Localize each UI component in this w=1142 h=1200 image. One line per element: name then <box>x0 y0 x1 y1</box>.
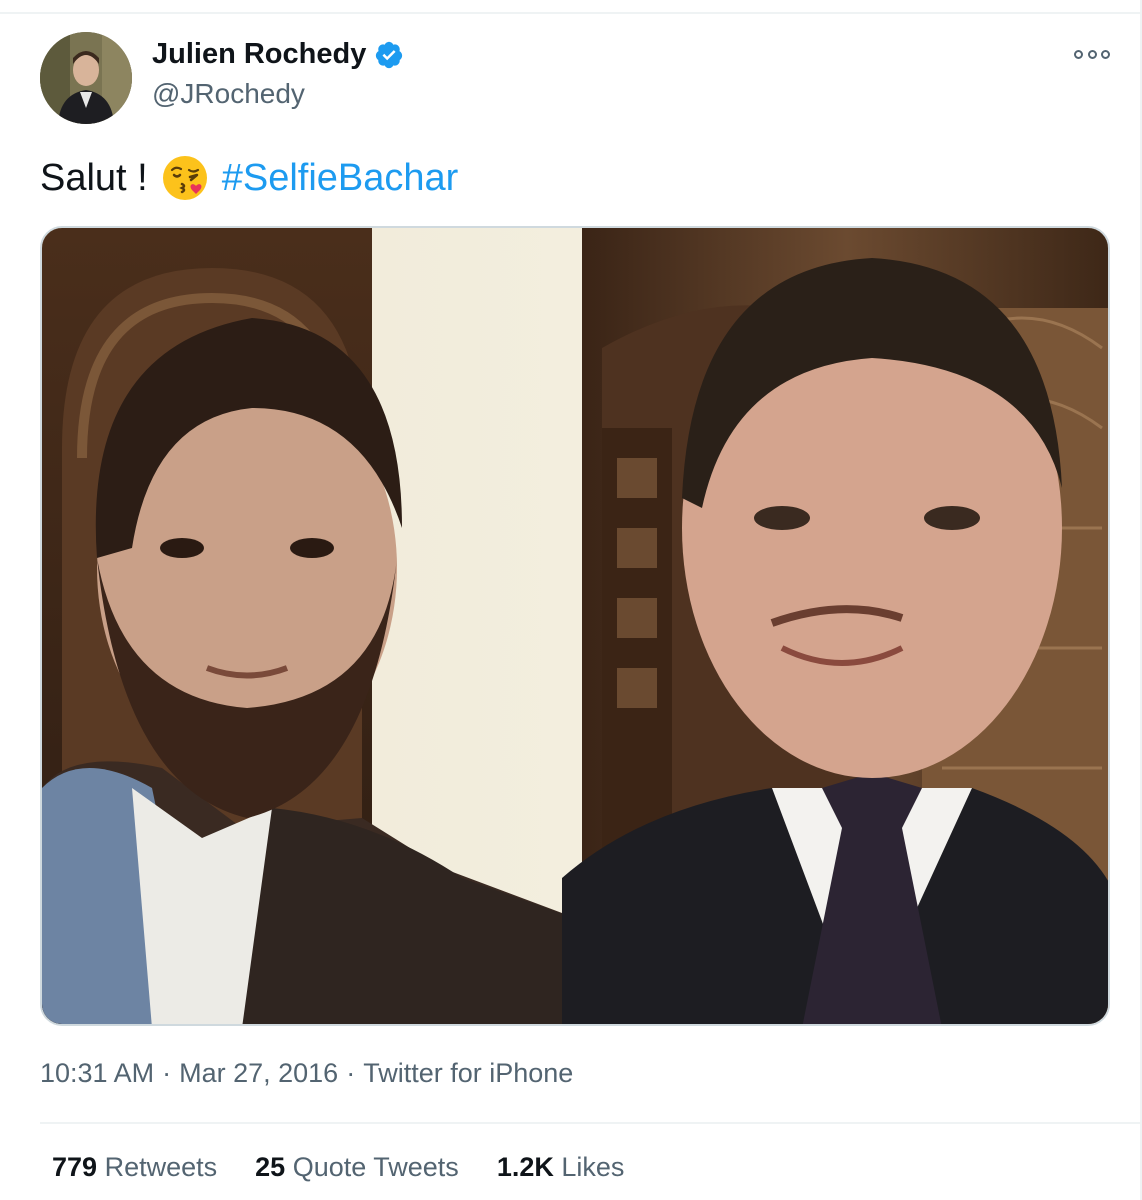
tweet-photo[interactable] <box>40 226 1110 1026</box>
top-divider <box>0 0 1142 14</box>
quote-tweets-stat[interactable]: 25 Quote Tweets <box>255 1152 459 1183</box>
author-handle[interactable]: @JRochedy <box>152 78 305 110</box>
author-name[interactable]: Julien Rochedy <box>152 38 366 71</box>
tweet-text: Salut ! #SelfieBachar <box>40 152 458 204</box>
more-options-icon[interactable] <box>1074 44 1110 64</box>
tweet-time[interactable]: 10:31 AM <box>40 1058 154 1088</box>
tweet-detail: Julien Rochedy @JRochedy Salut ! #Selfie… <box>0 0 1142 1200</box>
likes-stat[interactable]: 1.2K Likes <box>497 1152 625 1183</box>
hashtag-link[interactable]: #SelfieBachar <box>222 152 459 204</box>
tweet-date[interactable]: Mar 27, 2016 <box>179 1058 338 1088</box>
tweet-text-content: Salut ! <box>40 157 148 199</box>
retweets-stat[interactable]: 779 Retweets <box>52 1152 217 1183</box>
tweet-meta: 10:31 AM · Mar 27, 2016 · Twitter for iPhone <box>40 1058 574 1088</box>
face-throwing-a-kiss-emoji-icon <box>162 156 207 200</box>
meta-divider <box>40 1122 1140 1124</box>
author-name-row[interactable]: Julien Rochedy <box>152 38 404 71</box>
tweet-stats: 779 Retweets 25 Quote Tweets 1.2K Likes <box>52 1152 624 1183</box>
verified-badge-icon <box>376 41 403 68</box>
tweet-source[interactable]: Twitter for iPhone <box>363 1058 573 1088</box>
author-avatar[interactable] <box>40 32 132 124</box>
